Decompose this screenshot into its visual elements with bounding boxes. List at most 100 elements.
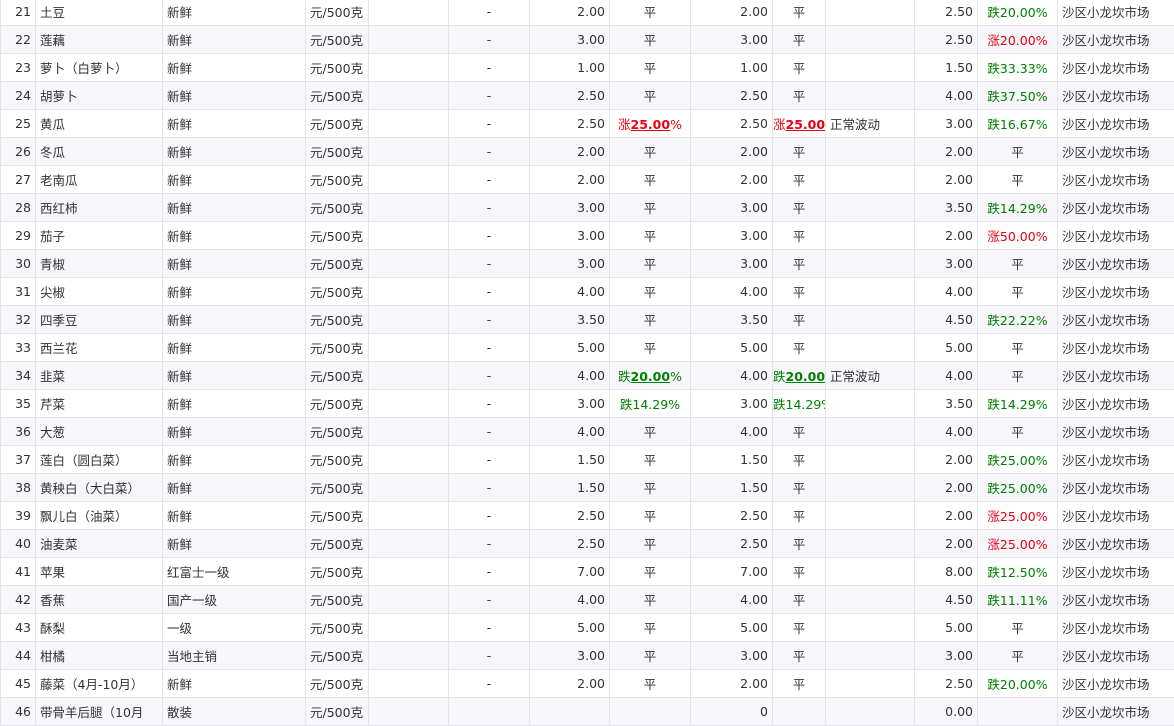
change-prefix: 平 xyxy=(793,425,806,440)
change-col-1: 涨25.00% xyxy=(610,110,691,138)
price-col-3: 5.00 xyxy=(530,614,610,642)
change-col-3: 跌14.29% xyxy=(978,390,1058,418)
price-col-2: - xyxy=(449,586,530,614)
change-prefix: 平 xyxy=(793,593,806,608)
change-prefix: 平 xyxy=(793,537,806,552)
fluctuation-note xyxy=(826,446,915,474)
market-name: 沙区小龙坎市场 xyxy=(1058,54,1174,82)
change-col-2: 跌14.29% xyxy=(773,390,826,418)
change-value-emphasis: 20.00 xyxy=(786,369,826,384)
table-row: 21土豆新鲜元/500克-2.00平2.00平2.50跌20.00%沙区小龙坎市… xyxy=(1,0,1174,26)
change-prefix: 跌33.33% xyxy=(987,61,1047,76)
row-number: 41 xyxy=(1,558,36,586)
change-prefix: 跌 xyxy=(773,369,786,384)
table-row: 33西兰花新鲜元/500克-5.00平5.00平5.00平沙区小龙坎市场 xyxy=(1,334,1174,362)
table-row: 38黄秧白（大白菜）新鲜元/500克-1.50平1.50平2.00跌25.00%… xyxy=(1,474,1174,502)
fluctuation-note xyxy=(826,614,915,642)
fluctuation-note xyxy=(826,530,915,558)
change-prefix: 跌37.50% xyxy=(987,89,1047,104)
change-col-3: 平 xyxy=(978,138,1058,166)
price-unit: 元/500克 xyxy=(306,110,369,138)
change-prefix: 跌25.00% xyxy=(987,453,1047,468)
row-number: 21 xyxy=(1,0,36,26)
fluctuation-note xyxy=(826,474,915,502)
price-col-4: 2.00 xyxy=(691,138,773,166)
change-prefix: 平 xyxy=(644,453,657,468)
product-grade: 新鲜 xyxy=(163,670,306,698)
price-col-2: - xyxy=(449,670,530,698)
price-col-4: 4.00 xyxy=(691,418,773,446)
price-col-2: - xyxy=(449,418,530,446)
fluctuation-note xyxy=(826,0,915,26)
row-number: 37 xyxy=(1,446,36,474)
market-name: 沙区小龙坎市场 xyxy=(1058,698,1174,726)
price-col-5: 2.00 xyxy=(915,138,978,166)
product-grade: 新鲜 xyxy=(163,278,306,306)
change-prefix: 平 xyxy=(1011,257,1024,272)
change-col-2: 平 xyxy=(773,586,826,614)
change-prefix: 跌22.22% xyxy=(987,313,1047,328)
price-col-1 xyxy=(369,194,449,222)
change-col-3: 跌14.29% xyxy=(978,194,1058,222)
table-row: 39飘儿白（油菜）新鲜元/500克-2.50平2.50平2.00涨25.00%沙… xyxy=(1,502,1174,530)
change-prefix: 平 xyxy=(1011,369,1024,384)
change-col-2: 平 xyxy=(773,418,826,446)
product-name: 酥梨 xyxy=(36,614,163,642)
change-col-2: 平 xyxy=(773,166,826,194)
row-number: 34 xyxy=(1,362,36,390)
change-col-2: 平 xyxy=(773,446,826,474)
price-unit: 元/500克 xyxy=(306,474,369,502)
price-col-4: 3.00 xyxy=(691,26,773,54)
price-col-3: 3.00 xyxy=(530,250,610,278)
change-prefix: 涨25.00% xyxy=(987,509,1047,524)
change-col-1: 平 xyxy=(610,82,691,110)
change-col-3: 跌22.22% xyxy=(978,306,1058,334)
price-col-3: 5.00 xyxy=(530,334,610,362)
change-col-2: 平 xyxy=(773,138,826,166)
price-col-2: - xyxy=(449,306,530,334)
fluctuation-note xyxy=(826,194,915,222)
price-col-2: - xyxy=(449,474,530,502)
price-col-3: 2.00 xyxy=(530,0,610,26)
price-col-4: 5.00 xyxy=(691,334,773,362)
change-col-3: 平 xyxy=(978,250,1058,278)
change-col-3: 涨25.00% xyxy=(978,530,1058,558)
price-unit: 元/500克 xyxy=(306,306,369,334)
product-grade: 一级 xyxy=(163,614,306,642)
product-grade: 新鲜 xyxy=(163,362,306,390)
price-col-4: 3.00 xyxy=(691,194,773,222)
price-unit: 元/500克 xyxy=(306,194,369,222)
product-name: 青椒 xyxy=(36,250,163,278)
product-grade: 新鲜 xyxy=(163,530,306,558)
product-grade: 新鲜 xyxy=(163,138,306,166)
fluctuation-note xyxy=(826,586,915,614)
price-col-4: 1.50 xyxy=(691,474,773,502)
price-col-3: 2.00 xyxy=(530,670,610,698)
product-name: 飘儿白（油菜） xyxy=(36,502,163,530)
price-col-5: 2.00 xyxy=(915,502,978,530)
table-row: 30青椒新鲜元/500克-3.00平3.00平3.00平沙区小龙坎市场 xyxy=(1,250,1174,278)
product-name: 老南瓜 xyxy=(36,166,163,194)
table-row: 26冬瓜新鲜元/500克-2.00平2.00平2.00平沙区小龙坎市场 xyxy=(1,138,1174,166)
price-col-1 xyxy=(369,334,449,362)
price-col-4: 5.00 xyxy=(691,614,773,642)
table-row: 28西红柿新鲜元/500克-3.00平3.00平3.50跌14.29%沙区小龙坎… xyxy=(1,194,1174,222)
price-col-5: 3.00 xyxy=(915,642,978,670)
change-prefix: 涨25.00% xyxy=(987,537,1047,552)
table-row: 41苹果红富士一级元/500克-7.00平7.00平8.00跌12.50%沙区小… xyxy=(1,558,1174,586)
product-grade: 新鲜 xyxy=(163,0,306,26)
change-col-1: 平 xyxy=(610,586,691,614)
change-col-2: 平 xyxy=(773,278,826,306)
price-col-5: 2.00 xyxy=(915,474,978,502)
change-col-2: 平 xyxy=(773,558,826,586)
product-grade: 国产一级 xyxy=(163,586,306,614)
price-col-3: 2.50 xyxy=(530,502,610,530)
change-col-2: 平 xyxy=(773,222,826,250)
price-col-3: 3.50 xyxy=(530,306,610,334)
change-col-1: 平 xyxy=(610,558,691,586)
row-number: 22 xyxy=(1,26,36,54)
change-prefix: 跌12.50% xyxy=(987,565,1047,580)
price-col-3: 4.00 xyxy=(530,278,610,306)
row-number: 36 xyxy=(1,418,36,446)
product-grade: 新鲜 xyxy=(163,250,306,278)
